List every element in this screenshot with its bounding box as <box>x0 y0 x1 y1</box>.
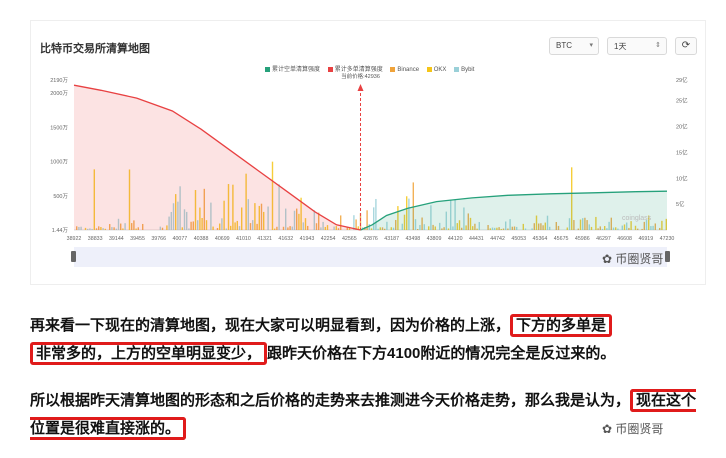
x-tick-label: 43809 <box>427 236 442 242</box>
y-right-tick-label: 15亿 <box>676 148 688 156</box>
series-area <box>74 85 361 230</box>
x-tick-label: 41943 <box>300 236 315 242</box>
x-tick-label: 47230 <box>660 236 675 242</box>
y-left-tick-label: 500万 <box>53 193 68 200</box>
watermark: ✿ 币圈贤哥 <box>602 252 664 266</box>
x-tick-label: 45675 <box>554 236 569 242</box>
x-tick-label: 42565 <box>342 236 357 242</box>
y-left-tick-label: 1500万 <box>50 124 68 131</box>
y-left-tick-label: 2000万 <box>50 90 68 97</box>
text-span: 所以根据昨天清算地图的形态和之后价格的走势来去推测进今天价格走势，那么我是认为， <box>30 392 631 409</box>
y-right-tick-label: 29亿 <box>676 76 688 84</box>
x-tick-label: 41632 <box>278 236 293 242</box>
x-tick-label: 43187 <box>384 236 399 242</box>
brand-watermark: coinglass <box>622 215 652 222</box>
x-tick-label: 42254 <box>321 236 336 242</box>
range-slider-handle[interactable] <box>665 251 670 262</box>
y-left-tick-label: 1000万 <box>50 159 68 166</box>
x-tick-label: 39455 <box>130 236 145 242</box>
y-right-tick-label: 20亿 <box>676 123 688 131</box>
x-tick-label: 46297 <box>596 236 611 242</box>
text-span: 跟昨天价格在下方4100附近的情况完全是反过来的。 <box>267 345 616 362</box>
x-tick-label: 45986 <box>575 236 590 242</box>
x-tick-label: 40077 <box>173 236 188 242</box>
x-tick-label: 38833 <box>88 236 103 242</box>
current-price-arrow <box>357 84 364 91</box>
x-tick-label: 44120 <box>448 236 463 242</box>
range-slider-track <box>74 247 667 267</box>
y-left-tick-label: 1.44万 <box>52 227 69 234</box>
article-paragraph-1: 再来看一下现在的清算地图，现在大家可以明显看到，因为价格的上涨， 下方的多单是 非… <box>30 312 710 368</box>
x-tick-label: 40699 <box>215 236 230 242</box>
x-tick-label: 43498 <box>405 236 420 242</box>
x-tick-label: 45053 <box>511 236 526 242</box>
x-tick-label: 44742 <box>490 236 505 242</box>
liquidation-chart: 当前价格:42936 38922 38833 39144 39455 39766 40077… <box>50 72 688 267</box>
y-right-tick-label: 10亿 <box>676 174 688 182</box>
current-price-label: 当前价格:42936 <box>341 72 380 80</box>
x-tick-label: 41010 <box>236 236 251 242</box>
x-tick-label: 46608 <box>617 236 632 242</box>
text-span: 再来看一下现在的清算地图，现在大家可以明显看到，因为价格的上涨， <box>30 317 511 334</box>
x-tick-label: 44431 <box>469 236 484 242</box>
exchange-volume-bar <box>353 215 355 230</box>
x-tick-label: 39766 <box>151 236 166 242</box>
x-tick-label: 42876 <box>363 236 378 242</box>
x-tick-label: 40388 <box>194 236 209 242</box>
highlight-box: 下方的多单是 <box>510 314 613 337</box>
x-tick-label: 46919 <box>638 236 653 242</box>
y-right-tick-label: 25亿 <box>676 97 688 105</box>
highlight-box: 非常多的，上方的空单明显变少， <box>30 342 268 365</box>
x-tick-label: 41321 <box>257 236 272 242</box>
y-left-tick-label: 2190万 <box>50 77 68 84</box>
x-tick-label: 39144 <box>109 236 124 242</box>
y-right-tick-label: 5亿 <box>676 200 685 208</box>
range-slider-handle[interactable] <box>71 251 76 262</box>
x-tick-label: 38922 <box>67 236 82 242</box>
x-tick-label: 45364 <box>533 236 548 242</box>
watermark: ✿ 币圈贤哥 <box>602 422 664 436</box>
